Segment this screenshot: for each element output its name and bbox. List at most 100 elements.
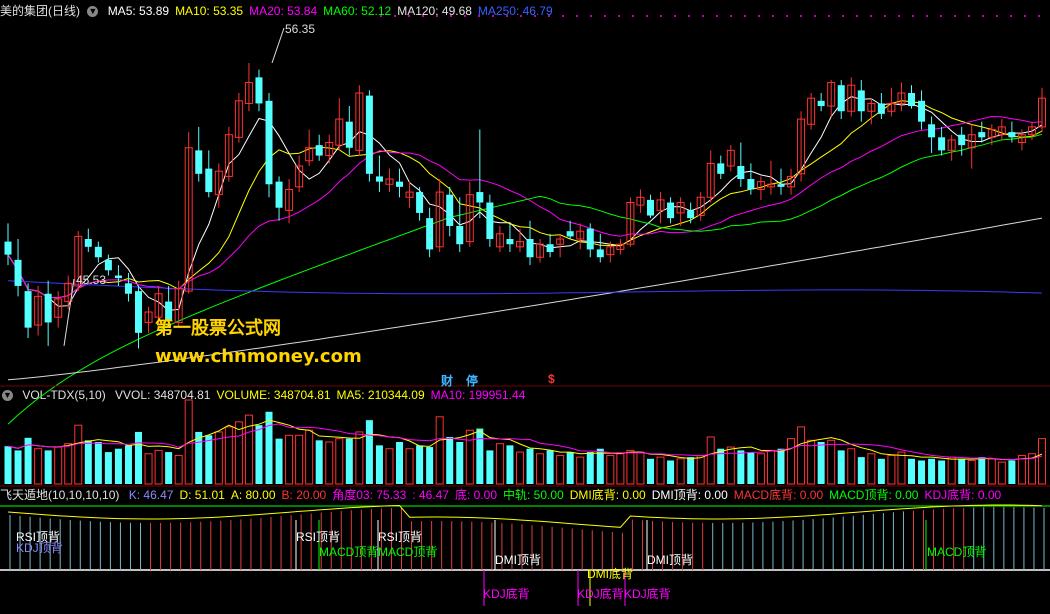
volume-bar bbox=[315, 440, 323, 484]
candle-body bbox=[124, 283, 132, 294]
candle-body bbox=[1008, 132, 1016, 138]
signal-dmi-top: DMI顶背 bbox=[647, 553, 693, 567]
candle-body bbox=[416, 192, 424, 213]
candle-body bbox=[195, 150, 203, 174]
volume-bar bbox=[94, 442, 102, 484]
candle-body bbox=[646, 199, 654, 216]
candle-body bbox=[596, 249, 604, 258]
volume-bar bbox=[465, 429, 474, 485]
candle-body bbox=[837, 85, 845, 112]
volume-bar bbox=[14, 450, 22, 484]
volume-bar bbox=[616, 453, 625, 485]
stock-chart[interactable] bbox=[0, 0, 1050, 614]
candle-body bbox=[526, 239, 534, 258]
volume-bar bbox=[938, 460, 946, 484]
candle-body bbox=[486, 202, 494, 239]
volume-bar bbox=[44, 450, 52, 484]
volume-bar bbox=[255, 425, 263, 484]
oscillator-line bbox=[7, 504, 1043, 528]
watermark-url: www.chnmoney.com bbox=[155, 346, 362, 367]
volume-bar bbox=[997, 461, 1006, 485]
ma5-line bbox=[7, 96, 1043, 311]
volume-bar bbox=[817, 442, 825, 484]
candle-body bbox=[687, 210, 695, 219]
volume-bar bbox=[305, 429, 314, 485]
signal-kdj-bottom: KDJ底背 bbox=[483, 587, 530, 601]
volume-bar bbox=[687, 457, 695, 484]
volume-bar bbox=[696, 454, 705, 485]
volume-bar bbox=[224, 426, 233, 485]
candle-body bbox=[114, 275, 122, 279]
candle-body bbox=[265, 100, 273, 185]
volume-bar bbox=[536, 453, 545, 485]
candle-body bbox=[456, 225, 464, 245]
candle-body bbox=[104, 259, 112, 271]
volume-bar bbox=[375, 445, 383, 484]
volume-bar bbox=[807, 439, 816, 485]
volume-bar bbox=[857, 457, 865, 484]
high-pointer bbox=[271, 27, 285, 64]
volume-bar bbox=[84, 440, 92, 484]
candle-body bbox=[938, 137, 946, 151]
volume-bar bbox=[827, 439, 836, 485]
candle-body bbox=[877, 103, 885, 114]
candle-body bbox=[978, 132, 986, 138]
volume-bar bbox=[234, 421, 243, 485]
signal-dmi-top: DMI顶背 bbox=[495, 553, 541, 567]
volume-bar bbox=[636, 451, 645, 485]
volume-bar bbox=[867, 453, 876, 485]
volume-bar bbox=[1008, 460, 1016, 484]
volume-bar bbox=[928, 458, 936, 484]
candle-body bbox=[546, 244, 554, 253]
volume-bar bbox=[646, 458, 654, 484]
volume-bar bbox=[355, 431, 364, 485]
candle-body bbox=[566, 231, 574, 237]
candle-body bbox=[375, 176, 383, 182]
candle-body bbox=[255, 77, 263, 104]
volume-bar bbox=[967, 459, 976, 485]
volume-bar bbox=[426, 447, 434, 484]
volume-bar bbox=[335, 438, 344, 485]
volume-bar bbox=[205, 435, 213, 484]
finance-marker[interactable]: 财 bbox=[441, 372, 453, 389]
ma60-line bbox=[7, 133, 1043, 425]
volume-bar bbox=[887, 454, 896, 485]
suspend-marker[interactable]: 停 bbox=[466, 372, 478, 389]
volume-bar bbox=[777, 448, 785, 484]
signal-macd-top: MACD顶背 bbox=[927, 545, 987, 559]
volume-bar bbox=[405, 448, 414, 485]
candle-body bbox=[14, 259, 22, 286]
signal-dmi-bottom: DMI底背 bbox=[587, 567, 633, 581]
volume-bar bbox=[174, 454, 183, 485]
high-price-label: 56.35 bbox=[285, 22, 316, 36]
candle-body bbox=[365, 95, 373, 174]
candle-body bbox=[958, 134, 966, 146]
candle-body bbox=[275, 181, 283, 208]
volume-bar bbox=[195, 431, 203, 484]
dividend-marker[interactable]: $ bbox=[548, 372, 555, 386]
candle-body bbox=[345, 121, 353, 148]
volume-bar bbox=[124, 445, 132, 484]
volume-bar bbox=[546, 450, 554, 484]
volume-bar bbox=[958, 458, 966, 484]
candle-body bbox=[4, 241, 12, 255]
volume-bar bbox=[766, 449, 775, 485]
candle-body bbox=[24, 291, 32, 328]
volume-bar bbox=[34, 448, 43, 485]
low-pointer bbox=[63, 278, 75, 346]
volume-bar bbox=[486, 450, 494, 484]
ma20-line bbox=[7, 115, 1043, 299]
volume-bar bbox=[847, 448, 856, 485]
signal-macd-top: MACD顶背 bbox=[319, 545, 379, 559]
candle-body bbox=[717, 163, 725, 174]
candle-body bbox=[426, 218, 434, 250]
volume-bar bbox=[446, 436, 454, 484]
candle-body bbox=[94, 246, 102, 258]
volume-bar bbox=[275, 438, 283, 484]
volume-bar bbox=[435, 416, 444, 485]
volume-bar bbox=[586, 452, 594, 484]
volume-bar bbox=[756, 453, 765, 485]
candle-body bbox=[777, 184, 785, 187]
candle-body bbox=[907, 93, 915, 107]
volume-bar bbox=[1038, 438, 1046, 485]
